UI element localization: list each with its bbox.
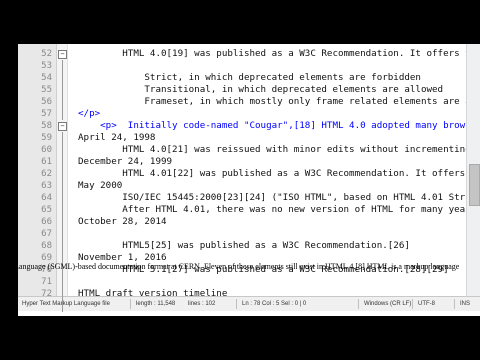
code-line[interactable]: HTML 4.0[19] was published as a W3C Reco…: [78, 48, 466, 60]
line-number: 65: [41, 205, 52, 215]
code-line[interactable]: May 2000: [78, 180, 122, 192]
code-line[interactable]: HTML5[25] was published as a W3C Recomme…: [78, 240, 410, 252]
code-line[interactable]: <p> Initially code-named "Cougar",[18] H…: [78, 120, 466, 132]
vertical-scrollbar[interactable]: [466, 44, 480, 296]
status-length: length : 11,548: [136, 301, 176, 307]
code-line[interactable]: </p>: [78, 108, 100, 120]
line-number: 63: [41, 181, 52, 191]
status-bar: Hyper Text Markup Language file length :…: [18, 296, 480, 311]
line-number-gutter: 52 53 54 55 56 57 58 59 60 61 62 63 64 65 66 67 68 69 70 71…: [18, 44, 57, 311]
fold-toggle-icon[interactable]: −: [58, 50, 67, 59]
line-number: 64: [41, 193, 52, 203]
code-line[interactable]: December 24, 1999: [78, 156, 172, 168]
code-line[interactable]: HTML 4.0[21] was reissued with minor edi…: [78, 144, 466, 156]
line-number: 61: [41, 157, 52, 167]
line-number: 58: [41, 121, 52, 131]
code-line[interactable]: Transitional, in which deprecated elemen…: [78, 84, 443, 96]
code-line[interactable]: Frameset, in which mostly only frame rel…: [78, 96, 466, 108]
code-line[interactable]: After HTML 4.01, there was no new versio…: [78, 204, 466, 216]
fold-guide-line: [62, 132, 63, 312]
line-number: 66: [41, 217, 52, 227]
line-number: 52: [41, 49, 52, 59]
line-number: 56: [41, 97, 52, 107]
code-editor[interactable]: 52 53 54 55 56 57 58 59 60 61 62 63 64 65 66 67 68 69 70 71…: [18, 44, 480, 316]
code-line[interactable]: HTML 4.01[22] was published as a W3C Rec…: [78, 168, 466, 180]
status-eol: Windows (CR LF): [364, 301, 412, 307]
caption-text: Language (SGML)-based documentation form…: [14, 262, 460, 271]
status-position: Ln : 78 Col : 5 Sel : 0 | 0: [242, 301, 307, 307]
status-encoding: UTF-8: [418, 301, 435, 307]
code-line[interactable]: ISO/IEC 15445:2000[23][24] ("ISO HTML", …: [78, 192, 466, 204]
line-number: 54: [41, 73, 52, 83]
scrollbar-thumb[interactable]: [469, 164, 480, 206]
line-number: 59: [41, 133, 52, 143]
line-number: 60: [41, 145, 52, 155]
line-number: 53: [41, 61, 52, 71]
code-line[interactable]: April 24, 1998: [78, 132, 155, 144]
line-number: 67: [41, 229, 52, 239]
status-separator: [236, 299, 237, 309]
code-line[interactable]: Strict, in which deprecated elements are…: [78, 72, 421, 84]
line-number: 55: [41, 85, 52, 95]
line-number: 62: [41, 169, 52, 179]
fold-toggle-icon[interactable]: −: [58, 122, 67, 131]
status-separator: [412, 299, 413, 309]
status-separator: [454, 299, 455, 309]
fold-guide-line: [62, 60, 63, 120]
line-number: 57: [41, 109, 52, 119]
code-line[interactable]: HTML draft version timeline: [78, 288, 227, 296]
line-number: 71: [41, 277, 52, 287]
line-number: 68: [41, 241, 52, 251]
status-separator: [130, 299, 131, 309]
code-line[interactable]: October 28, 2014: [78, 216, 167, 228]
status-separator: [358, 299, 359, 309]
video-frame: 52 53 54 55 56 57 58 59 60 61 62 63 64 65 66 67 68 69 70 71…: [0, 0, 480, 360]
text-area[interactable]: HTML 4.0[19] was published as a W3C Reco…: [78, 44, 466, 296]
status-filetype: Hyper Text Markup Language file: [22, 301, 110, 307]
status-lines: lines : 102: [188, 301, 216, 307]
status-mode: INS: [460, 301, 471, 307]
